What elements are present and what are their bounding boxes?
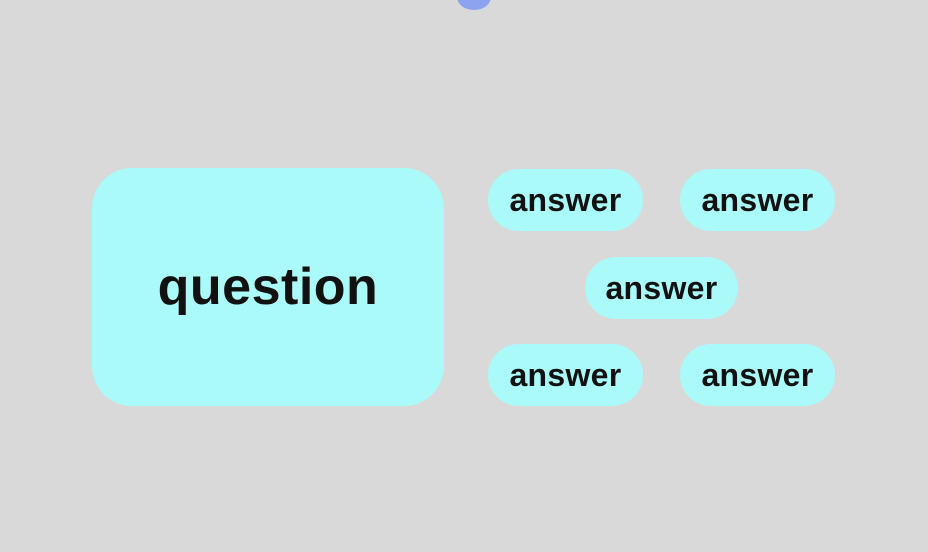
question-card: question bbox=[92, 168, 444, 406]
answer-button-1[interactable]: answer bbox=[488, 169, 643, 231]
answer-label: answer bbox=[509, 181, 622, 218]
answer-label: answer bbox=[701, 181, 814, 218]
answer-label: answer bbox=[701, 356, 814, 393]
answer-button-3[interactable]: answer bbox=[585, 257, 738, 319]
quiz-stage: question answer answer answer answer ans… bbox=[0, 0, 928, 552]
answer-button-4[interactable]: answer bbox=[488, 344, 643, 406]
answer-label: answer bbox=[605, 269, 718, 306]
answer-button-2[interactable]: answer bbox=[680, 169, 835, 231]
question-label: question bbox=[157, 258, 379, 316]
answer-button-5[interactable]: answer bbox=[680, 344, 835, 406]
indicator-dot bbox=[457, 0, 491, 10]
answer-label: answer bbox=[509, 356, 622, 393]
